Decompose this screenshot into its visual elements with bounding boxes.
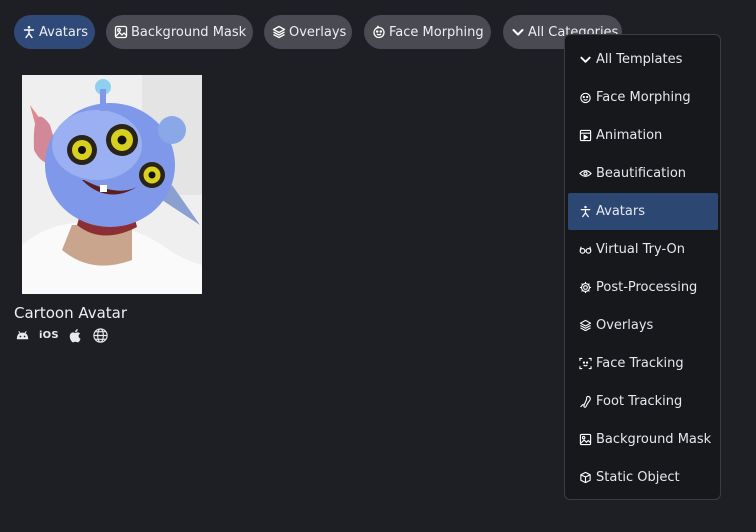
globe-icon bbox=[92, 327, 109, 344]
filter-chip-avatars[interactable]: Avatars bbox=[14, 15, 95, 49]
person-icon bbox=[23, 26, 35, 39]
category-dropdown-menu: All Templates Face Morphing Animation Be… bbox=[564, 34, 721, 500]
android-icon bbox=[14, 327, 31, 344]
menu-item-foot-tracking[interactable]: Foot Tracking bbox=[568, 383, 718, 420]
menu-item-static-object[interactable]: Static Object bbox=[568, 459, 718, 496]
layers-icon bbox=[579, 319, 592, 332]
face-icon bbox=[373, 25, 385, 39]
face-scan-icon bbox=[579, 357, 592, 370]
chevron-down-icon bbox=[580, 56, 591, 63]
platform-icons: iOS bbox=[14, 327, 117, 344]
chevron-down-icon bbox=[512, 29, 524, 36]
filter-chip-background-mask[interactable]: Background Mask bbox=[106, 15, 253, 49]
gear-icon bbox=[579, 281, 592, 294]
ios-label: iOS bbox=[39, 330, 59, 341]
menu-item-beautification[interactable]: Beautification bbox=[568, 155, 718, 192]
filter-chip-face-morphing[interactable]: Face Morphing bbox=[364, 15, 491, 49]
menu-item-avatars[interactable]: Avatars bbox=[568, 193, 718, 230]
image-icon bbox=[114, 25, 128, 39]
chip-label: Face Morphing bbox=[389, 24, 484, 40]
glasses-icon bbox=[579, 246, 592, 254]
cube-icon bbox=[580, 471, 591, 484]
cartoon-avatar-image bbox=[22, 75, 202, 294]
menu-item-overlays[interactable]: Overlays bbox=[568, 307, 718, 344]
image-icon bbox=[579, 433, 592, 446]
template-thumbnail[interactable] bbox=[22, 75, 202, 294]
animation-icon bbox=[579, 129, 592, 142]
menu-item-post-processing[interactable]: Post-Processing bbox=[568, 269, 718, 306]
eye-icon bbox=[579, 170, 592, 177]
menu-item-virtual-try-on[interactable]: Virtual Try-On bbox=[568, 231, 718, 268]
menu-item-face-morphing[interactable]: Face Morphing bbox=[568, 79, 718, 116]
menu-item-face-tracking[interactable]: Face Tracking bbox=[568, 345, 718, 382]
chip-label: Background Mask bbox=[131, 24, 247, 40]
layers-icon bbox=[272, 25, 286, 39]
filter-chip-overlays[interactable]: Overlays bbox=[264, 15, 352, 49]
apple-icon bbox=[67, 327, 84, 344]
menu-item-all-templates[interactable]: All Templates bbox=[568, 41, 718, 78]
template-title[interactable]: Cartoon Avatar bbox=[14, 304, 127, 322]
menu-item-animation[interactable]: Animation bbox=[568, 117, 718, 154]
menu-item-background-mask[interactable]: Background Mask bbox=[568, 421, 718, 458]
foot-icon bbox=[580, 395, 591, 408]
person-icon bbox=[580, 205, 591, 218]
chip-label: Avatars bbox=[39, 24, 88, 40]
chip-label: Overlays bbox=[289, 24, 347, 40]
face-icon bbox=[580, 92, 591, 104]
